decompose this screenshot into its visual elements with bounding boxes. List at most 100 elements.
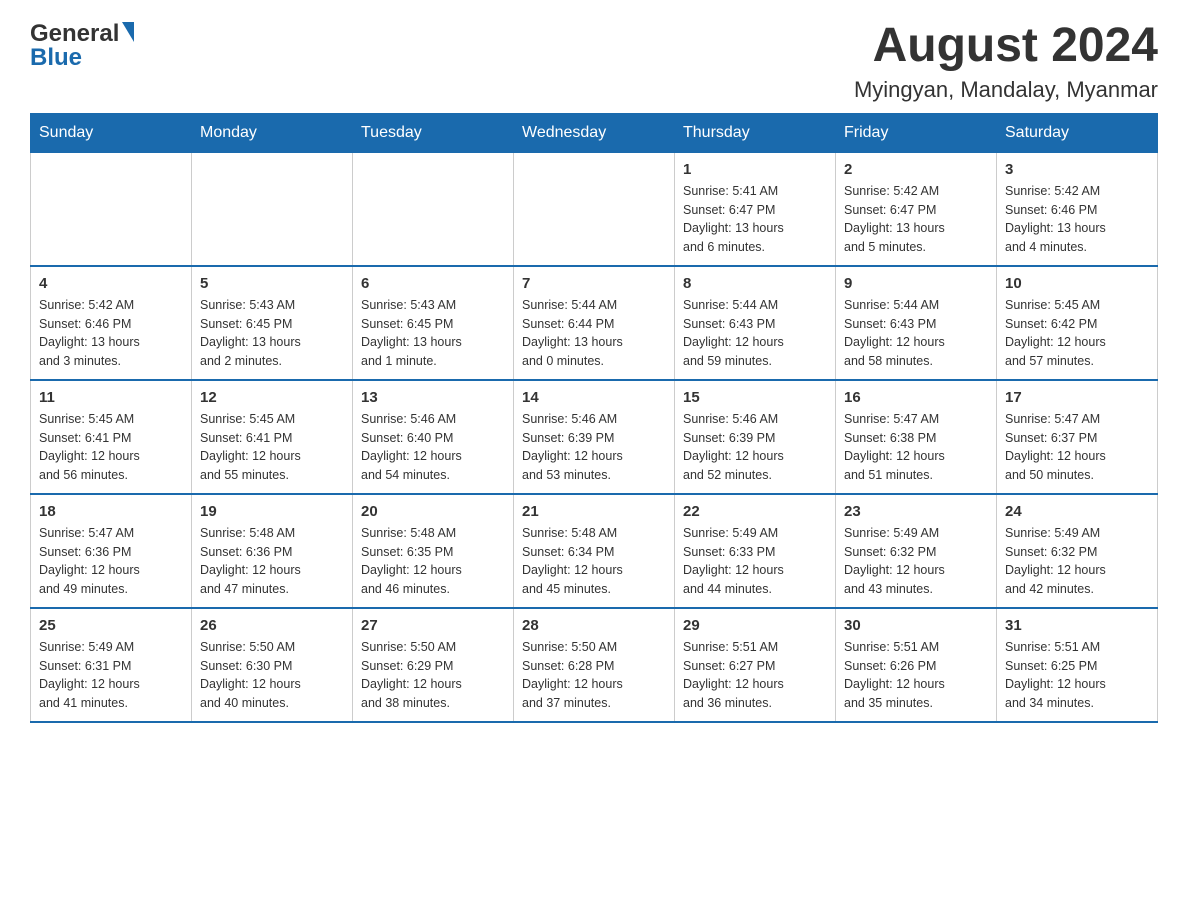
day-number: 27 — [361, 617, 505, 634]
day-info: Sunrise: 5:48 AM Sunset: 6:35 PM Dayligh… — [361, 524, 505, 599]
day-number: 1 — [683, 161, 827, 178]
day-info: Sunrise: 5:51 AM Sunset: 6:27 PM Dayligh… — [683, 638, 827, 713]
day-number: 11 — [39, 389, 183, 406]
day-number: 17 — [1005, 389, 1149, 406]
calendar-week-row: 11 Sunrise: 5:45 AM Sunset: 6:41 PM Dayli… — [31, 380, 1158, 494]
header: General Blue August 2024 Myingyan, Manda… — [30, 20, 1158, 103]
day-info: Sunrise: 5:42 AM Sunset: 6:46 PM Dayligh… — [1005, 182, 1149, 257]
day-info: Sunrise: 5:48 AM Sunset: 6:36 PM Dayligh… — [200, 524, 344, 599]
day-info: Sunrise: 5:45 AM Sunset: 6:41 PM Dayligh… — [200, 410, 344, 485]
day-info: Sunrise: 5:45 AM Sunset: 6:41 PM Dayligh… — [39, 410, 183, 485]
calendar-cell: 28 Sunrise: 5:50 AM Sunset: 6:28 PM Dayli… — [514, 608, 675, 722]
day-info: Sunrise: 5:42 AM Sunset: 6:47 PM Dayligh… — [844, 182, 988, 257]
calendar-cell: 27 Sunrise: 5:50 AM Sunset: 6:29 PM Dayli… — [353, 608, 514, 722]
title-area: August 2024 Myingyan, Mandalay, Myanmar — [854, 20, 1158, 103]
day-info: Sunrise: 5:45 AM Sunset: 6:42 PM Dayligh… — [1005, 296, 1149, 371]
calendar-cell: 14 Sunrise: 5:46 AM Sunset: 6:39 PM Dayli… — [514, 380, 675, 494]
day-info: Sunrise: 5:44 AM Sunset: 6:43 PM Dayligh… — [844, 296, 988, 371]
calendar-cell: 10 Sunrise: 5:45 AM Sunset: 6:42 PM Dayli… — [997, 266, 1158, 380]
calendar-cell: 12 Sunrise: 5:45 AM Sunset: 6:41 PM Dayli… — [192, 380, 353, 494]
day-number: 21 — [522, 503, 666, 520]
calendar-cell: 13Sunrise: 5:46 AM Sunset: 6:40 PM Dayli… — [353, 380, 514, 494]
calendar-week-row: 18Sunrise: 5:47 AM Sunset: 6:36 PM Dayli… — [31, 494, 1158, 608]
calendar-cell: 31 Sunrise: 5:51 AM Sunset: 6:25 PM Dayli… — [997, 608, 1158, 722]
day-number: 25 — [39, 617, 183, 634]
day-number: 4 — [39, 275, 183, 292]
calendar-cell — [353, 152, 514, 266]
calendar-week-row: 4Sunrise: 5:42 AM Sunset: 6:46 PM Daylig… — [31, 266, 1158, 380]
day-info: Sunrise: 5:50 AM Sunset: 6:29 PM Dayligh… — [361, 638, 505, 713]
day-number: 2 — [844, 161, 988, 178]
day-number: 12 — [200, 389, 344, 406]
day-of-week-header: Thursday — [675, 113, 836, 152]
day-info: Sunrise: 5:51 AM Sunset: 6:26 PM Dayligh… — [844, 638, 988, 713]
calendar-cell: 21 Sunrise: 5:48 AM Sunset: 6:34 PM Dayli… — [514, 494, 675, 608]
day-info: Sunrise: 5:46 AM Sunset: 6:39 PM Dayligh… — [522, 410, 666, 485]
day-number: 10 — [1005, 275, 1149, 292]
day-of-week-header: Tuesday — [353, 113, 514, 152]
logo-blue-text: Blue — [30, 44, 82, 72]
calendar-cell: 5Sunrise: 5:43 AM Sunset: 6:45 PM Daylig… — [192, 266, 353, 380]
day-number: 31 — [1005, 617, 1149, 634]
day-of-week-header: Saturday — [997, 113, 1158, 152]
day-number: 13 — [361, 389, 505, 406]
day-number: 24 — [1005, 503, 1149, 520]
day-info: Sunrise: 5:47 AM Sunset: 6:37 PM Dayligh… — [1005, 410, 1149, 485]
day-of-week-header: Friday — [836, 113, 997, 152]
day-number: 22 — [683, 503, 827, 520]
calendar-cell: 24 Sunrise: 5:49 AM Sunset: 6:32 PM Dayli… — [997, 494, 1158, 608]
day-info: Sunrise: 5:49 AM Sunset: 6:33 PM Dayligh… — [683, 524, 827, 599]
location-title: Myingyan, Mandalay, Myanmar — [854, 77, 1158, 103]
day-info: Sunrise: 5:49 AM Sunset: 6:32 PM Dayligh… — [1005, 524, 1149, 599]
day-info: Sunrise: 5:50 AM Sunset: 6:28 PM Dayligh… — [522, 638, 666, 713]
day-number: 7 — [522, 275, 666, 292]
calendar-cell: 9 Sunrise: 5:44 AM Sunset: 6:43 PM Daylig… — [836, 266, 997, 380]
day-of-week-header: Wednesday — [514, 113, 675, 152]
day-info: Sunrise: 5:43 AM Sunset: 6:45 PM Dayligh… — [361, 296, 505, 371]
calendar-cell: 7 Sunrise: 5:44 AM Sunset: 6:44 PM Daylig… — [514, 266, 675, 380]
calendar-week-row: 25 Sunrise: 5:49 AM Sunset: 6:31 PM Dayli… — [31, 608, 1158, 722]
calendar-cell: 4Sunrise: 5:42 AM Sunset: 6:46 PM Daylig… — [31, 266, 192, 380]
calendar-cell: 23Sunrise: 5:49 AM Sunset: 6:32 PM Dayli… — [836, 494, 997, 608]
day-number: 14 — [522, 389, 666, 406]
day-number: 8 — [683, 275, 827, 292]
day-info: Sunrise: 5:49 AM Sunset: 6:31 PM Dayligh… — [39, 638, 183, 713]
day-info: Sunrise: 5:44 AM Sunset: 6:43 PM Dayligh… — [683, 296, 827, 371]
calendar-cell — [31, 152, 192, 266]
day-info: Sunrise: 5:47 AM Sunset: 6:36 PM Dayligh… — [39, 524, 183, 599]
calendar-cell: 3Sunrise: 5:42 AM Sunset: 6:46 PM Daylig… — [997, 152, 1158, 266]
calendar-cell: 26Sunrise: 5:50 AM Sunset: 6:30 PM Dayli… — [192, 608, 353, 722]
day-number: 19 — [200, 503, 344, 520]
calendar-table: SundayMondayTuesdayWednesdayThursdayFrid… — [30, 113, 1158, 723]
calendar-cell: 16 Sunrise: 5:47 AM Sunset: 6:38 PM Dayli… — [836, 380, 997, 494]
calendar-cell: 30 Sunrise: 5:51 AM Sunset: 6:26 PM Dayli… — [836, 608, 997, 722]
day-number: 30 — [844, 617, 988, 634]
calendar-cell: 6Sunrise: 5:43 AM Sunset: 6:45 PM Daylig… — [353, 266, 514, 380]
logo: General Blue — [30, 20, 134, 72]
day-number: 20 — [361, 503, 505, 520]
month-title: August 2024 — [854, 20, 1158, 73]
calendar-cell: 18Sunrise: 5:47 AM Sunset: 6:36 PM Dayli… — [31, 494, 192, 608]
day-of-week-header: Sunday — [31, 113, 192, 152]
calendar-week-row: 1Sunrise: 5:41 AM Sunset: 6:47 PM Daylig… — [31, 152, 1158, 266]
logo-arrow-icon — [122, 22, 134, 42]
day-number: 15 — [683, 389, 827, 406]
day-number: 28 — [522, 617, 666, 634]
day-info: Sunrise: 5:46 AM Sunset: 6:39 PM Dayligh… — [683, 410, 827, 485]
calendar-cell: 15 Sunrise: 5:46 AM Sunset: 6:39 PM Dayli… — [675, 380, 836, 494]
calendar-cell: 20 Sunrise: 5:48 AM Sunset: 6:35 PM Dayli… — [353, 494, 514, 608]
day-info: Sunrise: 5:44 AM Sunset: 6:44 PM Dayligh… — [522, 296, 666, 371]
day-number: 16 — [844, 389, 988, 406]
calendar-cell: 19 Sunrise: 5:48 AM Sunset: 6:36 PM Dayli… — [192, 494, 353, 608]
day-of-week-header: Monday — [192, 113, 353, 152]
day-info: Sunrise: 5:47 AM Sunset: 6:38 PM Dayligh… — [844, 410, 988, 485]
day-number: 29 — [683, 617, 827, 634]
calendar-cell — [192, 152, 353, 266]
calendar-cell: 11 Sunrise: 5:45 AM Sunset: 6:41 PM Dayli… — [31, 380, 192, 494]
day-info: Sunrise: 5:51 AM Sunset: 6:25 PM Dayligh… — [1005, 638, 1149, 713]
day-info: Sunrise: 5:50 AM Sunset: 6:30 PM Dayligh… — [200, 638, 344, 713]
calendar-cell: 2 Sunrise: 5:42 AM Sunset: 6:47 PM Daylig… — [836, 152, 997, 266]
day-number: 23 — [844, 503, 988, 520]
day-info: Sunrise: 5:48 AM Sunset: 6:34 PM Dayligh… — [522, 524, 666, 599]
day-number: 9 — [844, 275, 988, 292]
